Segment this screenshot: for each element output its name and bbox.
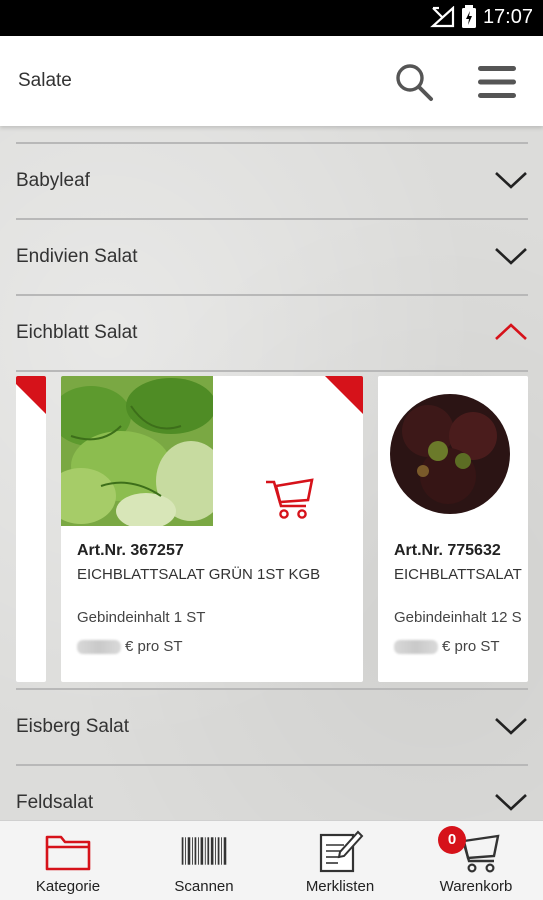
product-image bbox=[61, 376, 213, 526]
folder-icon bbox=[45, 835, 91, 871]
category-label: Endivien Salat bbox=[16, 246, 138, 267]
category-row-eisberg-salat[interactable]: Eisberg Salat bbox=[16, 688, 528, 764]
category-row-endivien-salat[interactable]: Endivien Salat bbox=[16, 218, 528, 294]
notepad-icon bbox=[319, 830, 364, 873]
category-row-babyleaf[interactable]: Babyleaf bbox=[16, 142, 528, 218]
chevron-down-icon bbox=[495, 248, 527, 265]
article-number: Art.Nr. 367257 bbox=[77, 542, 184, 559]
article-number: Art.Nr. 775632 bbox=[394, 542, 501, 559]
battery-icon bbox=[461, 5, 476, 28]
product-card-previous[interactable] bbox=[16, 376, 46, 682]
cart-count-badge: 0 bbox=[438, 826, 466, 854]
section-divider bbox=[16, 370, 528, 372]
category-list: Babyleaf Endivien Salat Eichblatt Salat bbox=[0, 126, 543, 820]
product-image bbox=[378, 376, 528, 526]
price-value-blurred bbox=[394, 639, 438, 654]
status-icons: 17:07 bbox=[429, 5, 533, 29]
category-label: Eichblatt Salat bbox=[16, 322, 138, 343]
add-to-cart-icon[interactable] bbox=[264, 474, 314, 520]
price: € pro ST bbox=[394, 638, 500, 655]
signal-icon bbox=[430, 6, 455, 28]
barcode-icon bbox=[181, 837, 227, 865]
tab-merklisten[interactable]: Merklisten bbox=[272, 821, 408, 900]
tab-label: Kategorie bbox=[35, 878, 101, 895]
chevron-down-icon bbox=[495, 718, 527, 735]
search-icon[interactable] bbox=[394, 62, 434, 102]
product-carousel[interactable]: Art.Nr. 367257 EICHBLATTSALAT GRÜN 1ST K… bbox=[16, 376, 528, 682]
app-bar: Salate bbox=[0, 36, 543, 126]
tab-warenkorb[interactable]: Warenkorb bbox=[408, 821, 543, 900]
clock: 17:07 bbox=[482, 5, 533, 28]
card-corner-ribbon bbox=[325, 376, 363, 414]
price-unit: € pro ST bbox=[442, 638, 500, 655]
category-row-feldsalat[interactable]: Feldsalat bbox=[16, 764, 528, 820]
category-label: Babyleaf bbox=[16, 170, 90, 191]
product-name: EICHBLATTSALAT bbox=[394, 566, 522, 583]
tab-kategorie[interactable]: Kategorie bbox=[0, 821, 136, 900]
status-bar: 17:07 bbox=[0, 0, 543, 36]
price-unit: € pro ST bbox=[125, 638, 183, 655]
hamburger-menu-icon[interactable] bbox=[478, 64, 516, 100]
card-corner-ribbon bbox=[16, 376, 46, 414]
category-label: Feldsalat bbox=[16, 792, 94, 813]
tab-scannen[interactable]: Scannen bbox=[136, 821, 272, 900]
tab-label: Warenkorb bbox=[439, 878, 513, 895]
price-value-blurred bbox=[77, 639, 121, 654]
product-card[interactable]: Art.Nr. 367257 EICHBLATTSALAT GRÜN 1ST K… bbox=[61, 376, 363, 682]
category-row-eichblatt-salat[interactable]: Eichblatt Salat bbox=[16, 294, 528, 370]
pack-size: Gebindeinhalt 12 S bbox=[394, 609, 522, 626]
product-name: EICHBLATTSALAT GRÜN 1ST KGB bbox=[77, 566, 321, 583]
page-title: Salate bbox=[18, 70, 72, 91]
product-card-next[interactable]: Art.Nr. 775632 EICHBLATTSALAT Gebindeinh… bbox=[378, 376, 528, 682]
tab-label: Merklisten bbox=[305, 878, 375, 895]
chevron-down-icon bbox=[495, 172, 527, 189]
chevron-up-icon bbox=[495, 323, 527, 340]
tab-label: Scannen bbox=[174, 878, 234, 895]
chevron-down-icon bbox=[495, 794, 527, 811]
pack-size: Gebindeinhalt 1 ST bbox=[77, 609, 206, 626]
category-label: Eisberg Salat bbox=[16, 716, 130, 737]
price: € pro ST bbox=[77, 638, 183, 655]
